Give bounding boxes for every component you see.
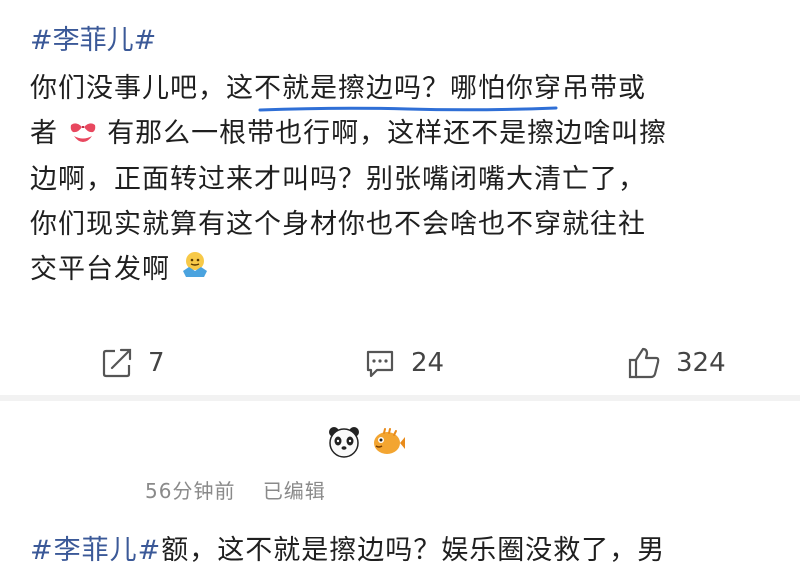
repost-icon [102,348,132,378]
post-line-3: 边啊，正面转过来才叫吗？别张嘴闭嘴大清亡了， [30,164,646,195]
post-line-5-text: 交平台发啊 [30,254,170,285]
weibo-post: #李菲儿# 你们没事儿吧，这不就是擦边吗？哪怕你穿吊带或 者 有那么一根带也行啊… [0,0,800,395]
post-line-5: 交平台发啊 [30,247,790,293]
post-line-2: 者 有那么一根带也行啊，这样还不是擦边啥叫擦 [30,111,790,157]
pufferfish-emoji-icon [374,428,405,454]
post-body: 你们没事儿吧，这不就是擦边吗？哪怕你穿吊带或 者 有那么一根带也行啊，这样还不是… [30,66,790,293]
comment-icon [366,350,394,378]
post-hashtag[interactable]: #李菲儿# [30,18,156,64]
panda-emoji-icon [329,427,359,458]
post-line-2-text: 有那么一根带也行啊，这样还不是擦边啥叫擦 [107,118,668,149]
comment-edited-label: 已编辑 [262,479,326,503]
comment-text: 额，这不就是擦边吗？娱乐圈没救了，男 [161,535,666,566]
post-line-2-prefix: 者 [30,118,58,149]
post-actions: 7 24 324 [0,335,800,391]
repost-button[interactable]: 7 [100,335,165,391]
shrug-emoji-icon [180,248,210,293]
comment-emoji-row [326,424,406,460]
highlight-underline [258,106,558,112]
comment-meta: 56分钟前 已编辑 [145,475,326,504]
comment-count: 24 [411,348,445,378]
like-button[interactable]: 324 [626,335,726,391]
comment-text-line: #李菲儿#额，这不就是擦边吗？娱乐圈没救了，男 [30,528,665,573]
like-icon [628,347,660,379]
section-divider [0,395,800,401]
bikini-emoji-icon [68,112,98,157]
comment-hashtag[interactable]: #李菲儿# [30,535,161,566]
repost-count: 7 [148,348,165,378]
comment-button[interactable]: 24 [363,335,444,391]
like-count: 324 [676,348,726,378]
post-line-4: 你们现实就算有这个身材你也不会啥也不穿就往社 [30,209,646,240]
comment-time: 56分钟前 [145,479,236,503]
